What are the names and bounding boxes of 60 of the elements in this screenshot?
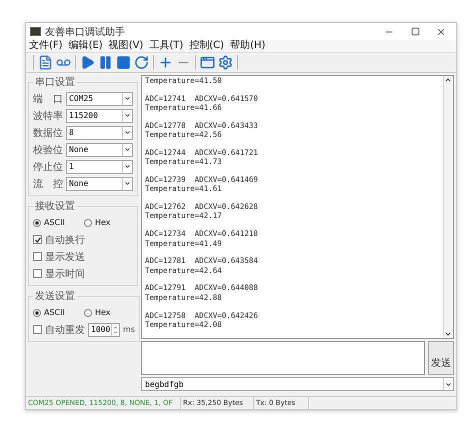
menu-item[interactable]: 控制(C) xyxy=(189,40,224,52)
checkbox[interactable] xyxy=(33,325,42,334)
field-label: 校验位 xyxy=(33,144,63,156)
menu-item[interactable]: 文件(F) xyxy=(29,40,63,52)
menu-item[interactable]: 视图(V) xyxy=(108,40,144,52)
stop-icon[interactable] xyxy=(116,55,131,70)
caret-icon xyxy=(124,180,131,187)
group-title: 串口设置 xyxy=(34,76,76,89)
checkbox[interactable] xyxy=(33,252,42,261)
group-title: 接收设置 xyxy=(34,200,76,213)
window-title: 友善串口调试助手 xyxy=(45,26,126,38)
checkbox-label: 自动换行 xyxy=(45,234,85,246)
settings-icon[interactable] xyxy=(218,55,233,70)
unit-label: ms xyxy=(123,325,135,334)
field-label: 流 控 xyxy=(33,178,63,190)
scrollbar[interactable] xyxy=(443,76,453,338)
plus-icon[interactable] xyxy=(158,55,173,70)
menu-item[interactable]: 工具(T) xyxy=(149,40,184,52)
checkbox[interactable] xyxy=(33,235,42,244)
send-button[interactable]: 发送 xyxy=(428,341,454,375)
radio-button[interactable]: Hex xyxy=(84,218,132,227)
caret-icon xyxy=(124,129,131,136)
caret-icon xyxy=(124,146,131,153)
send-history-field[interactable]: begbdfgb xyxy=(141,377,454,391)
send-text-area[interactable] xyxy=(141,341,425,375)
caret-icon xyxy=(445,380,452,388)
scroll-up-icon[interactable] xyxy=(444,76,452,84)
field-label: 数据位 xyxy=(33,126,63,140)
app-icon xyxy=(30,27,41,36)
dropdown-field[interactable]: 8 xyxy=(66,126,133,140)
pause-icon[interactable] xyxy=(98,55,113,70)
radio-button[interactable]: ASCII xyxy=(33,308,81,317)
play-icon[interactable] xyxy=(80,55,95,70)
dropdown-field[interactable]: 115200 xyxy=(66,108,133,122)
window-icon[interactable] xyxy=(200,55,215,70)
checkbox-label: 自动重发 xyxy=(45,324,85,336)
radio-button[interactable]: Hex xyxy=(84,308,132,317)
radio-button[interactable]: ASCII xyxy=(33,218,81,227)
refresh-icon[interactable] xyxy=(134,55,149,70)
spin-arrows-icon[interactable] xyxy=(111,324,119,336)
document-icon[interactable] xyxy=(38,55,53,70)
receive-text-area[interactable] xyxy=(141,75,454,339)
field-label: 端 口 xyxy=(33,92,63,106)
caret-icon xyxy=(124,95,131,102)
scroll-down-icon[interactable] xyxy=(444,330,452,338)
dropdown-field[interactable]: None xyxy=(66,176,133,190)
field-label: 波特率 xyxy=(33,110,63,122)
checkbox-label: 显示发送 xyxy=(45,250,85,264)
menu-item[interactable]: 编辑(E) xyxy=(68,40,103,52)
caret-icon xyxy=(124,163,131,170)
checkbox[interactable] xyxy=(33,269,42,278)
dropdown-field[interactable]: 1 xyxy=(66,160,133,174)
caret-icon xyxy=(124,112,131,119)
checkbox-label: 显示时间 xyxy=(45,268,85,280)
menu-item[interactable]: 帮助(H) xyxy=(230,40,266,52)
dropdown-field[interactable]: None xyxy=(66,142,133,156)
dropdown-field[interactable]: COM25 xyxy=(66,92,133,106)
field-label: 停止位 xyxy=(33,160,63,174)
interval-field[interactable]: 1000 xyxy=(88,322,120,336)
group-title: 发送设置 xyxy=(34,290,76,303)
